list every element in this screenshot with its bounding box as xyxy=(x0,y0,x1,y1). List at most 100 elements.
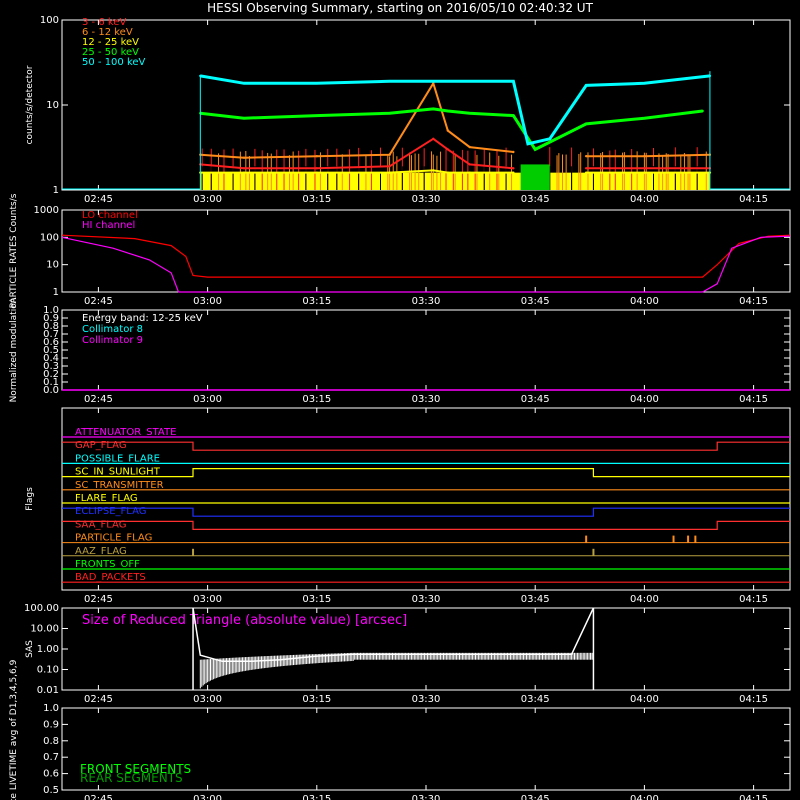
series-0-point xyxy=(446,148,450,151)
flag-label-4: SC_TRANSMITTER xyxy=(75,480,164,491)
particle-series-1-line xyxy=(61,235,791,293)
sas-time-label: 03:30 xyxy=(412,694,441,705)
livetime-y-label: Mon. Rate LIVETIME avg of D1,3,4,5,6,9 xyxy=(9,659,19,800)
series-2-point xyxy=(242,171,246,174)
flag-label-11: BAD_PACKETS xyxy=(75,572,146,583)
series-1-point xyxy=(446,129,450,132)
count-rates-y-tick-label: 100 xyxy=(40,15,59,26)
livetime-time-label: 03:30 xyxy=(412,794,441,800)
flag-label-10: FRONTS_OFF xyxy=(75,559,140,570)
series-4-point xyxy=(432,80,435,83)
flag-1-line xyxy=(62,441,790,451)
series-3-point xyxy=(242,116,246,120)
livetime-y-tick-label: 1.0 xyxy=(43,703,59,714)
count-rates-y-tick-label: 10 xyxy=(46,100,59,111)
count-rates-time-label: 03:30 xyxy=(412,194,441,205)
modulation-time-label: 02:45 xyxy=(84,394,113,405)
series-1-point xyxy=(315,154,318,158)
series-0-point xyxy=(468,163,471,166)
flag-label-3: SC_IN_SUNLIGHT xyxy=(75,467,161,478)
series-2-point xyxy=(512,171,515,174)
flag-label-8: PARTICLE_FLAG xyxy=(75,533,152,544)
flags-time-label: 03:30 xyxy=(412,594,441,605)
series-0-point xyxy=(584,167,588,170)
particle-rates-time-label: 04:00 xyxy=(630,296,659,307)
livetime-legend-1: REAR SEGMENTS xyxy=(80,771,183,785)
flags-time-label: 04:00 xyxy=(630,594,659,605)
sas-time-label: 03:15 xyxy=(302,694,331,705)
livetime-y-tick-label: 0.5 xyxy=(43,785,59,796)
modulation-time-label: 03:30 xyxy=(412,394,441,405)
particle-series-0-line xyxy=(61,234,791,278)
summary-chart-svg: HESSI Observing Summary, starting on 201… xyxy=(9,1,791,800)
livetime-time-label: 03:00 xyxy=(193,794,222,800)
series-2-point xyxy=(468,171,471,174)
series-4-point xyxy=(388,80,391,83)
sas-time-label: 03:00 xyxy=(193,694,222,705)
series-4-point xyxy=(468,80,471,83)
modulation-legend-0: Collimator 8 xyxy=(82,324,143,335)
figure-title: HESSI Observing Summary, starting on 201… xyxy=(207,1,593,15)
series-1-point xyxy=(643,154,646,158)
series-3-point xyxy=(388,112,391,115)
series-3-point xyxy=(446,109,450,113)
series-2-point xyxy=(643,171,646,174)
flag-3-line xyxy=(62,468,790,478)
modulation-legend-1: Collimator 9 xyxy=(82,335,143,346)
series-2-point xyxy=(446,171,450,174)
series-4-point xyxy=(315,82,318,85)
series-4-point xyxy=(584,84,588,87)
series-3-point xyxy=(534,148,537,151)
series-0-point xyxy=(388,165,391,168)
particle-rates-time-label: 04:15 xyxy=(739,296,768,307)
modulation-time-label: 04:00 xyxy=(630,394,659,405)
particle-rates-time-label: 03:15 xyxy=(302,296,331,307)
modulation-time-label: 03:00 xyxy=(193,394,222,405)
flag-6-line xyxy=(62,507,790,517)
legend-4: 50 - 100 keV xyxy=(82,57,146,68)
series-2-point xyxy=(584,171,588,174)
livetime-time-label: 02:45 xyxy=(84,794,113,800)
sas-y-tick-label: 1.00 xyxy=(37,644,59,655)
series-4-point xyxy=(512,80,515,83)
series-0-point xyxy=(242,167,246,170)
livetime-time-label: 03:45 xyxy=(521,794,550,800)
series-3-point xyxy=(468,112,471,115)
series-0-point xyxy=(512,167,515,170)
flags-time-label: 03:15 xyxy=(302,594,331,605)
count-rates-time-label: 03:00 xyxy=(193,194,222,205)
modulation-annotation: Energy band: 12-25 keV xyxy=(82,313,203,324)
series-4-line xyxy=(200,74,711,146)
series-4-point xyxy=(548,137,551,141)
particle-legend-1: HI channel xyxy=(82,220,135,231)
series-3-point xyxy=(512,114,515,117)
livetime-y-tick-label: 0.9 xyxy=(43,719,59,730)
particle-rates-y-tick-label: 1 xyxy=(53,287,59,298)
flag-7-line xyxy=(62,520,790,530)
series-0-point xyxy=(315,167,318,170)
sas-y-tick-label: 0.10 xyxy=(37,665,59,676)
count-rates-time-label: 03:45 xyxy=(521,194,550,205)
series-4-point xyxy=(526,142,530,145)
sas-y-tick-label: 10.00 xyxy=(30,624,59,635)
series-1-point xyxy=(512,150,515,154)
sas-time-label: 04:00 xyxy=(630,694,659,705)
count-rates-time-label: 04:00 xyxy=(630,194,659,205)
livetime-y-tick-label: 0.8 xyxy=(43,736,59,747)
livetime-time-label: 03:15 xyxy=(302,794,331,800)
particle-rates-time-label: 03:30 xyxy=(412,296,441,307)
particle-rates-y-tick-label: 100 xyxy=(40,232,59,243)
sas-y-label: SAS xyxy=(25,640,35,658)
flag-label-2: POSSIBLE_FLARE xyxy=(75,453,160,464)
series-0-point xyxy=(432,137,435,141)
series-1-point xyxy=(584,154,588,158)
flags-time-label: 03:45 xyxy=(521,594,550,605)
series-2-point xyxy=(432,169,435,172)
sas-time-label: 02:45 xyxy=(84,694,113,705)
series-3-point xyxy=(315,114,318,117)
livetime-time-label: 04:00 xyxy=(630,794,659,800)
particle-rates-y-tick-label: 1000 xyxy=(34,205,59,216)
count-rates-time-label: 03:15 xyxy=(302,194,331,205)
flag-label-0: ATTENUATOR_STATE xyxy=(75,427,176,438)
sas-annotation: Size of Reduced Triangle (absolute value… xyxy=(82,613,407,628)
